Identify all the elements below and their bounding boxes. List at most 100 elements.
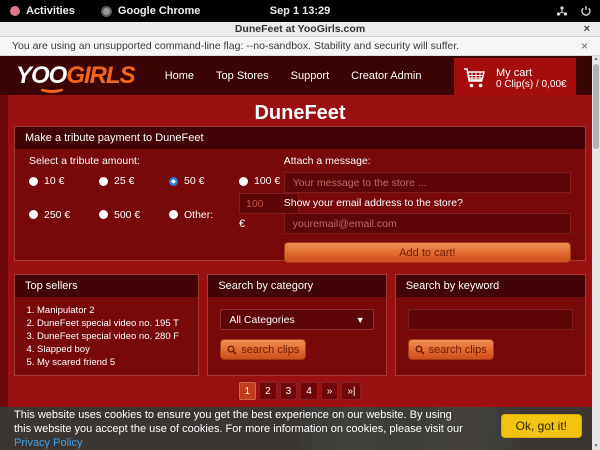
page-button-1[interactable]: 1	[239, 382, 257, 400]
search-clips-label: search clips	[241, 344, 299, 356]
keyword-input[interactable]	[408, 309, 573, 330]
radio-icon[interactable]	[29, 210, 38, 219]
chrome-warning-bar: You are using an unsupported command-lin…	[0, 37, 600, 56]
email-input[interactable]	[284, 213, 571, 234]
message-input[interactable]	[284, 172, 571, 193]
cookie-text: This website uses cookies to ensure you …	[14, 408, 466, 450]
cookie-accept-button[interactable]: Ok, got it!	[501, 414, 582, 438]
activities-icon	[10, 6, 20, 16]
radio-icon[interactable]	[169, 210, 178, 219]
warning-text: You are using an unsupported command-lin…	[12, 40, 459, 52]
window-close-button[interactable]: ×	[584, 22, 590, 37]
desktop-top-bar: Activities Google Chrome Sep 1 13:29	[0, 0, 600, 22]
radio-icon[interactable]	[99, 210, 108, 219]
cookie-text-body: This website uses cookies to ensure you …	[14, 409, 463, 435]
scroll-up-icon[interactable]: ▲	[594, 56, 599, 63]
list-item[interactable]: DuneFeet special video no. 195 T	[37, 317, 192, 330]
amount-options: 10 € 25 € 50 €	[29, 175, 284, 230]
site-logo[interactable]: YOOGIRLS	[16, 64, 135, 88]
email-label: Show your email address to the store?	[284, 197, 571, 209]
tribute-message-column: Attach a message: Show your email addres…	[284, 155, 571, 263]
search-clips-label: search clips	[429, 344, 487, 356]
cookie-banner: This website uses cookies to ensure you …	[0, 407, 600, 450]
list-item[interactable]: Manipulator 2	[37, 304, 192, 317]
amount-option-label: 500 €	[114, 209, 140, 221]
page-button-2[interactable]: 2	[259, 382, 277, 400]
top-sellers-header: Top sellers	[15, 275, 198, 297]
bottom-panels: Top sellers Manipulator 2 DuneFeet speci…	[14, 274, 586, 366]
app-menu-button[interactable]: Google Chrome	[101, 5, 201, 17]
page-footer: This website uses cookies to ensure you …	[0, 407, 600, 450]
amount-option-500[interactable]: 500 €	[99, 199, 169, 230]
amount-option-label: 10 €	[44, 175, 64, 187]
nav-home[interactable]: Home	[165, 70, 194, 82]
page-title: DuneFeet	[8, 95, 592, 125]
nav-creator-admin[interactable]: Creator Admin	[351, 70, 421, 82]
logo-part2: GIRLS	[66, 62, 134, 89]
nav-top-stores[interactable]: Top Stores	[216, 70, 269, 82]
amount-option-label: Other:	[184, 209, 213, 221]
add-to-cart-button[interactable]: Add to cart!	[284, 242, 571, 263]
radio-icon[interactable]	[29, 177, 38, 186]
amount-option-10[interactable]: 10 €	[29, 175, 99, 187]
list-item[interactable]: DuneFeet special video no. 280 F	[37, 330, 192, 343]
amount-option-other[interactable]: Other:	[169, 199, 239, 230]
top-sellers-panel: Top sellers Manipulator 2 DuneFeet speci…	[14, 274, 199, 376]
network-icon[interactable]	[556, 5, 568, 17]
my-cart-button[interactable]: My cart 0 Clip(s) / 0,00€	[454, 58, 576, 98]
window-title-bar: DuneFeet at YooGirls.com ×	[0, 22, 600, 37]
message-label: Attach a message:	[284, 155, 571, 167]
radio-icon[interactable]	[99, 177, 108, 186]
search-clips-keyword-button[interactable]: search clips	[408, 339, 494, 360]
tribute-panel-header: Make a tribute payment to DuneFeet	[15, 127, 585, 149]
warning-close-button[interactable]: ×	[581, 39, 588, 53]
category-selected-value: All Categories	[229, 314, 294, 326]
screen: Activities Google Chrome Sep 1 13:29 Dun…	[0, 0, 600, 450]
search-category-panel: Search by category All Categories ▼ sear…	[207, 274, 386, 376]
pagination: 1 2 3 4 » »|	[8, 382, 592, 400]
site-header: YOOGIRLS Home Top Stores Support Creator…	[0, 56, 600, 95]
amount-option-label: 25 €	[114, 175, 134, 187]
amount-option-25[interactable]: 25 €	[99, 175, 169, 187]
category-select[interactable]: All Categories ▼	[220, 309, 373, 330]
list-item[interactable]: Slapped boy	[37, 343, 192, 356]
window-title: DuneFeet at YooGirls.com	[235, 23, 365, 35]
top-sellers-list: Manipulator 2 DuneFeet special video no.…	[15, 297, 198, 375]
chevron-down-icon: ▼	[356, 315, 365, 325]
cart-status: 0 Clip(s) / 0,00€	[496, 79, 567, 90]
activities-label: Activities	[26, 5, 75, 17]
main-nav: Home Top Stores Support Creator Admin	[165, 70, 422, 82]
page-button-last[interactable]: »|	[341, 382, 361, 400]
page-button-next[interactable]: »	[321, 382, 339, 400]
search-clips-category-button[interactable]: search clips	[220, 339, 306, 360]
radio-icon[interactable]	[239, 177, 248, 186]
amount-option-label: 100 €	[254, 175, 280, 187]
chrome-icon	[101, 6, 112, 17]
page-button-4[interactable]: 4	[300, 382, 318, 400]
app-menu-label: Google Chrome	[118, 5, 201, 17]
scrollbar-thumb[interactable]	[593, 64, 599, 149]
amount-option-250[interactable]: 250 €	[29, 199, 99, 230]
privacy-policy-link[interactable]: Privacy Policy	[14, 437, 82, 449]
nav-support[interactable]: Support	[291, 70, 330, 82]
cart-icon	[462, 65, 488, 91]
activities-button[interactable]: Activities	[0, 5, 75, 17]
scroll-down-icon[interactable]: ▼	[594, 443, 599, 450]
list-item[interactable]: My scared friend 5	[37, 356, 192, 369]
logo-smile-icon	[38, 81, 66, 93]
tribute-panel: Make a tribute payment to DuneFeet Selec…	[14, 126, 586, 261]
radio-icon[interactable]	[169, 177, 178, 186]
amount-label: Select a tribute amount:	[29, 155, 284, 167]
search-icon	[227, 345, 237, 355]
amount-option-label: 50 €	[184, 175, 204, 187]
scrollbar[interactable]: ▲ ▼	[592, 56, 600, 450]
clock[interactable]: Sep 1 13:29	[270, 5, 331, 17]
page-button-3[interactable]: 3	[280, 382, 298, 400]
power-icon[interactable]	[580, 5, 592, 17]
search-keyword-header: Search by keyword	[396, 275, 585, 297]
search-keyword-panel: Search by keyword search clips	[395, 274, 586, 376]
amount-option-label: 250 €	[44, 209, 70, 221]
page-background: DuneFeet Make a tribute payment to DuneF…	[0, 95, 600, 407]
tribute-amount-column: Select a tribute amount: 10 € 25 €	[29, 155, 284, 263]
amount-option-50[interactable]: 50 €	[169, 175, 239, 187]
